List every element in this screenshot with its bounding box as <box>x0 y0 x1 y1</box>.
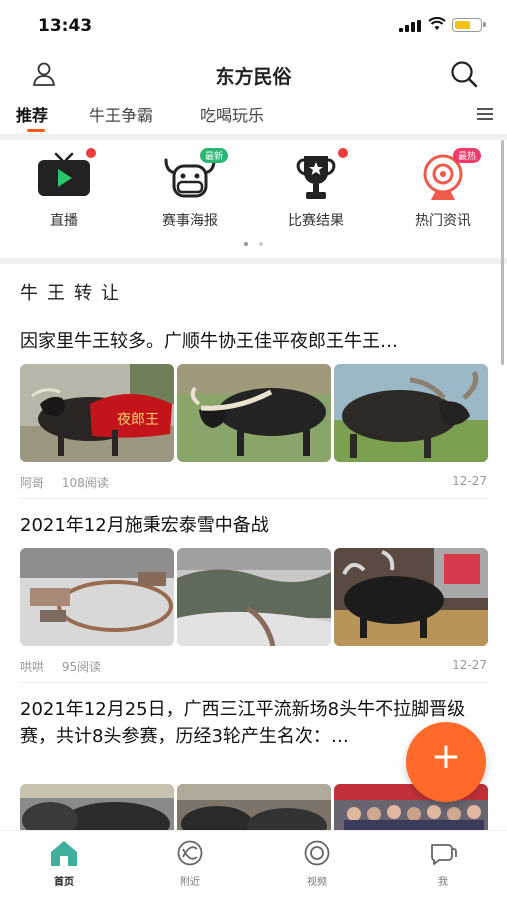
article-meta: 哄哄 95阅读 12-27 <box>20 658 487 675</box>
article-image[interactable] <box>20 548 174 646</box>
status-time: 13:43 <box>38 16 93 36</box>
app-header: 东方民俗 <box>0 52 507 94</box>
tab-food-fun[interactable]: 吃喝玩乐 <box>200 102 264 126</box>
section-title: 牛王转让 <box>20 283 128 304</box>
quick-live[interactable]: 直播 <box>14 148 114 230</box>
tv-icon <box>38 152 90 196</box>
quick-posters[interactable]: 最新 赛事海报 <box>140 148 240 230</box>
nav-me-label: 我 <box>438 877 448 888</box>
article-date: 12-27 <box>452 658 487 672</box>
notification-dot <box>86 148 96 158</box>
article-image[interactable] <box>334 364 488 462</box>
article-image[interactable] <box>177 548 331 646</box>
article-reads: 108阅读 <box>61 476 109 490</box>
battery-icon <box>452 18 486 32</box>
quick-posters-label: 赛事海报 <box>162 213 218 229</box>
wifi-icon <box>428 17 446 30</box>
trophy-icon <box>296 156 336 199</box>
nav-video-label: 视频 <box>307 877 327 888</box>
new-badge: 最新 <box>200 148 229 163</box>
pager-dot[interactable] <box>259 242 263 246</box>
quick-results[interactable]: 比赛结果 <box>266 148 366 230</box>
signal-icon <box>399 20 421 32</box>
nav-video[interactable]: 视频 <box>277 839 357 888</box>
nav-me[interactable]: 我 <box>403 839 483 888</box>
article-meta: 阿哥 108阅读 12-27 <box>20 474 487 491</box>
page-title: 东方民俗 <box>215 66 292 88</box>
nav-nearby-label: 附近 <box>180 877 200 888</box>
article-card[interactable]: 2021年12月施秉宏泰雪中备战 哄哄 95阅读 12-27 <box>20 512 488 674</box>
nav-home[interactable]: 首页 <box>24 839 104 888</box>
scrollbar[interactable] <box>501 140 504 365</box>
divider <box>20 498 487 499</box>
divider <box>20 682 487 683</box>
tab-recommend[interactable]: 推荐 <box>16 102 48 126</box>
active-tab-indicator <box>27 129 45 132</box>
pager-dot[interactable] <box>244 242 248 246</box>
quick-hot-news[interactable]: 最热 热门资讯 <box>393 148 493 230</box>
add-post-button[interactable]: + <box>406 722 486 802</box>
home-icon <box>51 841 77 866</box>
status-bar: 13:43 <box>0 0 507 52</box>
quick-hot-news-label: 热门资讯 <box>415 213 471 229</box>
nearby-icon <box>177 840 203 866</box>
banner-text: 夜郎王 <box>117 412 159 428</box>
plus-icon: + <box>430 736 462 777</box>
article-title[interactable]: 因家里牛王较多。广顺牛协王佳平夜郎王牛王… <box>20 328 487 355</box>
article-title[interactable]: 2021年12月施秉宏泰雪中备战 <box>20 512 487 539</box>
article-author: 哄哄 <box>20 660 45 674</box>
article-reads: 95阅读 <box>61 660 102 674</box>
article-image[interactable]: 夜郎王 <box>20 364 174 462</box>
nav-home-label: 首页 <box>54 877 74 888</box>
hot-badge: 最热 <box>453 148 482 163</box>
article-images <box>20 548 488 646</box>
bottom-nav: 首页 附近 视频 我 <box>0 830 507 900</box>
quick-results-label: 比赛结果 <box>288 213 344 229</box>
video-icon <box>304 840 330 866</box>
notification-dot <box>338 148 348 158</box>
menu-icon[interactable] <box>477 108 493 121</box>
divider <box>0 258 507 264</box>
article-card[interactable]: 因家里牛王较多。广顺牛协王佳平夜郎王牛王… 夜郎王 阿哥 108阅读 12-27 <box>20 328 488 490</box>
article-images: 夜郎王 <box>20 364 488 462</box>
category-tabs: 推荐 牛王争霸 吃喝玩乐 <box>0 96 507 134</box>
article-date: 12-27 <box>452 474 487 488</box>
search-icon[interactable] <box>449 59 479 89</box>
nav-nearby[interactable]: 附近 <box>150 839 230 888</box>
chat-icon <box>431 844 457 865</box>
quick-actions: 直播 最新 赛事海报 比赛结果 最热 热门资讯 <box>0 140 507 260</box>
article-author: 阿哥 <box>20 476 45 490</box>
quick-live-label: 直播 <box>50 213 78 229</box>
article-image[interactable] <box>334 548 488 646</box>
article-image[interactable] <box>177 364 331 462</box>
tab-bull-king[interactable]: 牛王争霸 <box>89 102 153 126</box>
